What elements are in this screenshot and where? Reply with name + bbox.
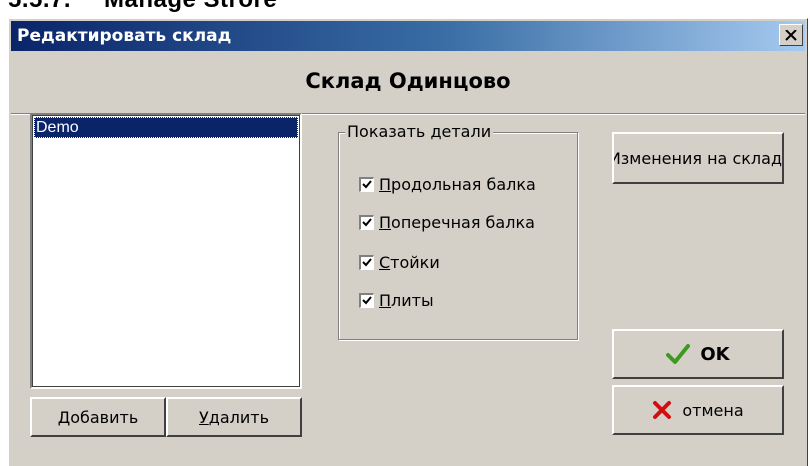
checkbox[interactable] xyxy=(359,254,374,270)
ok-label: OK xyxy=(700,343,730,365)
close-button[interactable] xyxy=(779,24,803,46)
show-details-group: Показать детали Продольная балка Попереч… xyxy=(338,122,578,340)
checkbox-label: Плиты xyxy=(379,290,434,310)
warehouse-title: Склад Одинцово xyxy=(305,69,511,93)
checkbox[interactable] xyxy=(359,214,374,230)
warehouse-changes-button[interactable]: Изменения на склад xyxy=(612,132,784,184)
add-button[interactable]: Добавить xyxy=(30,397,166,437)
x-cross-icon xyxy=(653,401,672,419)
checkbox-uprights[interactable]: Стойки xyxy=(359,251,571,273)
delete-button-label: Удалить xyxy=(199,407,269,427)
section-number: 5.5.7. xyxy=(8,0,104,14)
window-title: Редактировать склад xyxy=(17,26,232,46)
checkmark-icon xyxy=(362,218,372,227)
checkmark-icon xyxy=(362,296,372,305)
cancel-button[interactable]: отмена xyxy=(612,385,784,435)
header-panel: Склад Одинцово xyxy=(11,51,805,115)
checkmark-icon xyxy=(362,258,372,267)
document-section-heading: 5.5.7.Manage Strore xyxy=(8,0,277,14)
add-button-label: Добавить xyxy=(57,407,139,427)
checkbox-cross-beam[interactable]: Поперечная балка xyxy=(359,211,571,233)
checkbox[interactable] xyxy=(359,176,374,192)
delete-button[interactable]: Удалить xyxy=(166,397,302,437)
checkbox[interactable] xyxy=(359,292,374,308)
checkbox-label: Стойки xyxy=(379,252,440,272)
title-bar: Редактировать склад xyxy=(11,21,805,51)
warehouse-changes-label: Изменения на склад xyxy=(612,148,782,168)
checkbox-label: Продольная балка xyxy=(379,174,536,194)
checkbox-label: Поперечная балка xyxy=(379,212,535,232)
warehouse-listbox[interactable]: Demo xyxy=(30,113,302,389)
group-legend: Показать детали xyxy=(345,122,494,141)
list-item[interactable]: Demo xyxy=(34,117,298,138)
checkmark-icon xyxy=(362,180,372,189)
ok-button[interactable]: OK xyxy=(612,329,784,379)
cancel-label: отмена xyxy=(682,400,744,420)
section-title: Manage Strore xyxy=(104,0,277,13)
checkmark-icon xyxy=(666,344,691,364)
checkbox-plates[interactable]: Плиты xyxy=(359,289,571,311)
checkbox-longitudinal-beam[interactable]: Продольная балка xyxy=(359,173,571,195)
close-icon xyxy=(785,29,797,41)
